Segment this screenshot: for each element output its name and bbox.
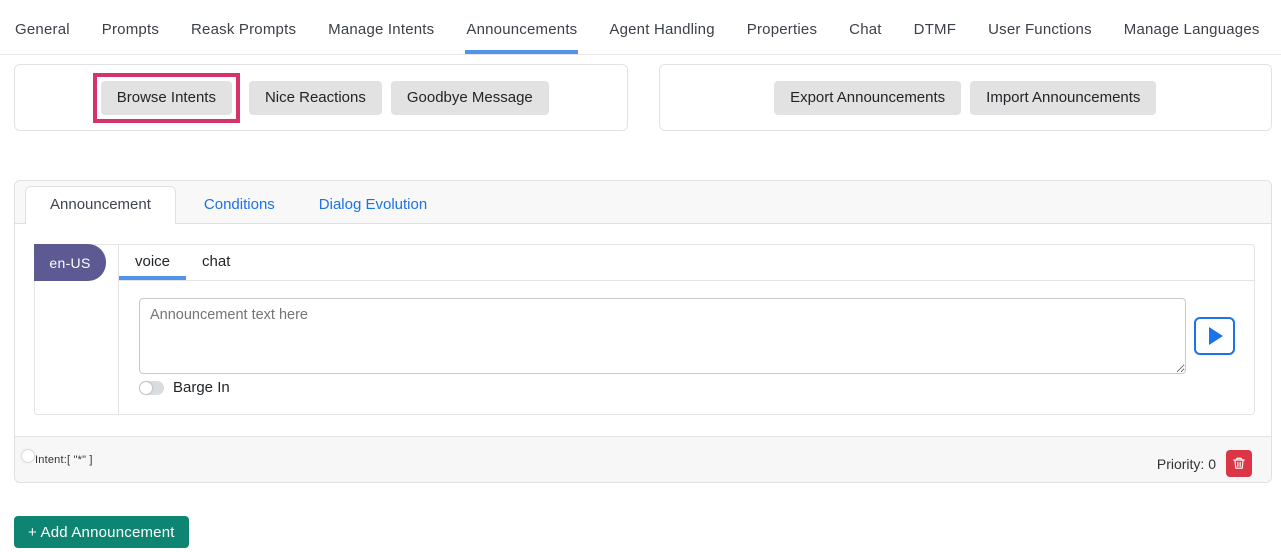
nice-reactions-button[interactable]: Nice Reactions <box>249 81 382 115</box>
announcement-input-row <box>139 298 1235 374</box>
footer-right: Priority: 0 <box>1157 450 1252 477</box>
browse-intents-button[interactable]: Browse Intents <box>101 81 232 115</box>
intent-summary: Intent:[ "*" ] <box>35 454 93 466</box>
announcement-card-footer: Intent:[ "*" ] Priority: 0 <box>15 436 1271 482</box>
tab-agent-handling[interactable]: Agent Handling <box>608 13 715 54</box>
barge-in-row: Barge In <box>139 379 1235 396</box>
delete-announcement-button[interactable] <box>1226 450 1252 477</box>
tab-general[interactable]: General <box>14 13 71 54</box>
tab-chat[interactable]: Chat <box>848 13 883 54</box>
tab-prompts[interactable]: Prompts <box>101 13 160 54</box>
intents-panel: Browse Intents Nice Reactions Goodbye Me… <box>14 64 628 131</box>
priority-label: Priority: 0 <box>1157 456 1216 472</box>
browse-intents-highlight: Browse Intents <box>93 73 240 123</box>
channel-tabs: voice chat <box>119 245 1254 281</box>
footer-left: Intent:[ "*" ] <box>35 449 93 477</box>
tab-conditions[interactable]: Conditions <box>188 187 291 223</box>
toggle-knob-icon <box>140 382 152 394</box>
play-announcement-button[interactable] <box>1194 317 1235 355</box>
announcement-card-body: en-US voice chat Barge In <box>15 224 1271 436</box>
language-column: en-US <box>35 245 119 414</box>
voice-tab-content: Barge In <box>119 281 1254 414</box>
announcement-card-tabs: Announcement Conditions Dialog Evolution <box>15 181 1271 224</box>
goodbye-message-button[interactable]: Goodbye Message <box>391 81 549 115</box>
tab-manage-intents[interactable]: Manage Intents <box>327 13 435 54</box>
tab-announcements[interactable]: Announcements <box>465 13 578 54</box>
barge-in-label: Barge In <box>173 379 230 396</box>
trash-icon <box>1232 456 1246 471</box>
tab-dialog-evolution[interactable]: Dialog Evolution <box>303 187 443 223</box>
tab-manage-languages[interactable]: Manage Languages <box>1123 13 1261 54</box>
language-section: en-US voice chat Barge In <box>34 244 1255 415</box>
tab-announcement[interactable]: Announcement <box>25 186 176 224</box>
announcement-card: Announcement Conditions Dialog Evolution… <box>14 180 1272 483</box>
announcement-text-input[interactable] <box>139 298 1186 374</box>
import-announcements-button[interactable]: Import Announcements <box>970 81 1156 115</box>
tab-voice[interactable]: voice <box>119 245 186 280</box>
add-announcement-button[interactable]: + Add Announcement <box>14 516 189 548</box>
tab-chat[interactable]: chat <box>186 245 246 280</box>
tab-dtmf[interactable]: DTMF <box>913 13 957 54</box>
top-nav: General Prompts Reask Prompts Manage Int… <box>0 0 1281 55</box>
toggle-knob-icon <box>22 450 34 462</box>
tab-user-functions[interactable]: User Functions <box>987 13 1093 54</box>
announcements-io-panel: Export Announcements Import Announcement… <box>659 64 1273 131</box>
barge-in-toggle[interactable] <box>139 381 164 395</box>
play-icon <box>1209 327 1223 345</box>
toolbar-row: Browse Intents Nice Reactions Goodbye Me… <box>14 64 1272 131</box>
tab-reask-prompts[interactable]: Reask Prompts <box>190 13 297 54</box>
channel-column: voice chat Barge In <box>119 245 1254 414</box>
tab-properties[interactable]: Properties <box>746 13 818 54</box>
export-announcements-button[interactable]: Export Announcements <box>774 81 961 115</box>
language-badge: en-US <box>34 244 106 281</box>
